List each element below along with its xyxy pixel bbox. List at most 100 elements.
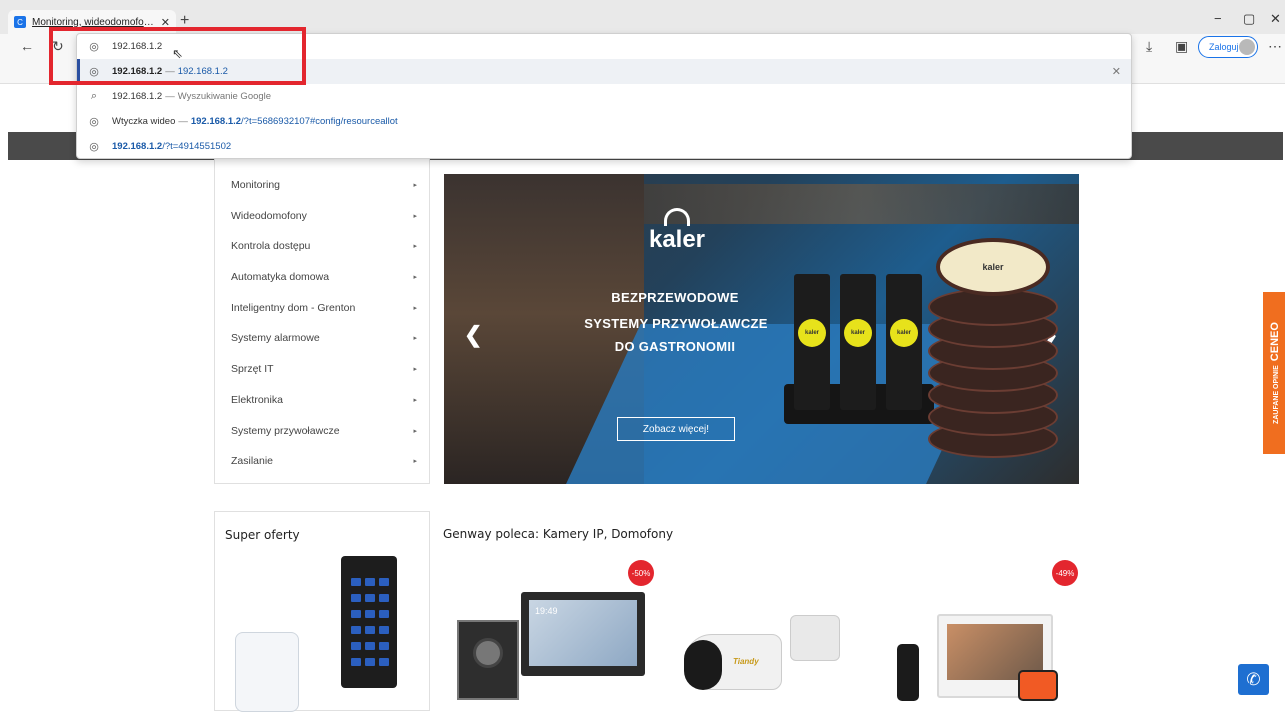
keypad-key bbox=[365, 594, 375, 602]
collections-icon[interactable]: ▣ bbox=[1175, 38, 1188, 55]
category-menu: Monitoring ▸ Wideodomofony ▸ Kontrola dost… bbox=[214, 158, 430, 484]
banner-headline-2: SYSTEMY PRZYWOŁAWCZE bbox=[584, 316, 768, 331]
keypad-key bbox=[365, 642, 375, 650]
close-window-icon[interactable]: ✕ bbox=[1270, 11, 1281, 27]
menu-item-sprzet-it[interactable]: Sprzęt IT ▸ bbox=[231, 353, 417, 384]
camera-front bbox=[684, 640, 722, 690]
suggestion-separator: — bbox=[178, 116, 188, 127]
keypad-key bbox=[365, 626, 375, 634]
ceneo-brand: CENEO bbox=[1269, 322, 1281, 362]
monitor-time: 19:49 bbox=[535, 606, 558, 616]
see-more-button[interactable]: Zobacz więcej! bbox=[617, 417, 735, 441]
menu-item-label: Zasilanie bbox=[231, 454, 274, 467]
suggestion-url-path: /?t=4914551502 bbox=[162, 141, 232, 152]
more-icon[interactable]: ⋯ bbox=[1268, 38, 1282, 55]
minimize-icon[interactable]: − bbox=[1214, 11, 1222, 26]
chevron-right-icon: ▸ bbox=[413, 242, 417, 250]
keypad-key bbox=[379, 578, 389, 586]
slider-prev-icon[interactable]: ❮ bbox=[464, 322, 482, 348]
menu-item-grenton[interactable]: Inteligentny dom - Grenton ▸ bbox=[231, 292, 417, 323]
promo-banner[interactable]: kaler BEZPRZEWODOWE SYSTEMY PRZYWOŁAWCZE… bbox=[444, 174, 1079, 484]
keypad-key bbox=[351, 578, 361, 586]
tab-favicon-icon: C bbox=[14, 16, 26, 28]
suggestion-item[interactable]: ◎ Wtyczka wideo — 192.168.1.2/?t=5686932… bbox=[77, 109, 1131, 134]
globe-icon: ◎ bbox=[89, 116, 99, 128]
chevron-right-icon: ▸ bbox=[413, 334, 417, 342]
suggestion-title: 192.168.1.2 bbox=[112, 91, 163, 102]
camera-mount bbox=[790, 615, 840, 661]
kaler-logo: kaler bbox=[648, 226, 706, 253]
menu-item-label: Wideodomofony bbox=[231, 209, 307, 222]
suggestion-url: 192.168.1.2/?t=5686932107#config/resourc… bbox=[191, 116, 398, 127]
keypad-key bbox=[379, 610, 389, 618]
keypad-key bbox=[365, 658, 375, 666]
chevron-right-icon: ▸ bbox=[413, 273, 417, 281]
door-station-product[interactable] bbox=[457, 620, 519, 700]
ceneo-badge[interactable]: ZAUFANE OPINIE CENEO bbox=[1263, 292, 1285, 454]
login-button[interactable]: Zaloguj bbox=[1198, 36, 1258, 58]
chevron-right-icon: ▸ bbox=[413, 304, 417, 312]
menu-item-label: Monitoring bbox=[231, 178, 281, 191]
chevron-right-icon: ▸ bbox=[413, 396, 417, 404]
mouse-cursor-icon: ⇖ bbox=[172, 46, 183, 61]
menu-item-kontrola-dostepu[interactable]: Kontrola dostępu ▸ bbox=[231, 230, 417, 261]
pager-device: kaler bbox=[794, 274, 830, 410]
menu-item-label: Kontrola dostępu bbox=[231, 239, 311, 252]
download-icon[interactable]: ⤓ bbox=[1146, 38, 1152, 55]
suggestion-url-host: 192.168.1.2 bbox=[190, 116, 242, 127]
chevron-right-icon: ▸ bbox=[413, 181, 417, 189]
chevron-right-icon: ▸ bbox=[413, 427, 417, 435]
phone-call-button[interactable]: ✆ bbox=[1238, 664, 1269, 695]
bar-shelf-photo bbox=[644, 184, 1079, 224]
suggestion-separator: — bbox=[165, 91, 175, 102]
super-offers-box: Super oferty bbox=[214, 511, 430, 712]
back-icon[interactable]: ← bbox=[20, 38, 34, 54]
menu-item-label: Elektronika bbox=[231, 393, 283, 406]
menu-item-label: Systemy alarmowe bbox=[231, 331, 320, 344]
intercom-monitor-product[interactable]: 19:49 bbox=[521, 592, 645, 676]
keypad-key bbox=[351, 658, 361, 666]
pager-label: kaler bbox=[844, 319, 872, 347]
banner-headline-3: DO GASTRONOMII bbox=[614, 339, 736, 354]
doorbell-product[interactable] bbox=[897, 644, 919, 701]
login-label: Zaloguj bbox=[1209, 42, 1239, 52]
keypad-key bbox=[351, 610, 361, 618]
suggestion-suffix: Wyszukiwanie Google bbox=[177, 91, 272, 102]
suggestion-url-path: /?t=5686932107#config/resourceallot bbox=[241, 116, 398, 127]
menu-item-label: Automatyka domowa bbox=[231, 270, 330, 283]
pager-top-label: kaler bbox=[936, 238, 1050, 296]
monitor-screen: 19:49 bbox=[529, 600, 637, 666]
banner-headline-1: BEZPRZEWODOWE bbox=[611, 290, 739, 305]
keypad-key bbox=[365, 578, 375, 586]
chevron-right-icon: ▸ bbox=[413, 212, 417, 220]
suggestion-item[interactable]: ⌕ 192.168.1.2 — Wyszukiwanie Google bbox=[77, 84, 1131, 109]
menu-item-monitoring[interactable]: Monitoring ▸ bbox=[231, 169, 417, 200]
keypad-key bbox=[379, 594, 389, 602]
menu-item-systemy-alarmowe[interactable]: Systemy alarmowe ▸ bbox=[231, 322, 417, 353]
ceneo-sub: ZAUFANE OPINIE bbox=[1273, 365, 1280, 424]
camera-brand: Tiandy bbox=[733, 657, 759, 666]
avatar-icon bbox=[1239, 39, 1255, 55]
menu-item-label: Sprzęt IT bbox=[231, 362, 274, 375]
suggestion-item[interactable]: ◎ 192.168.1.2/?t=4914551502 bbox=[77, 134, 1131, 159]
tab-title: Monitoring, wideodomofony, do bbox=[32, 16, 155, 28]
discount-badge: -49% bbox=[1052, 560, 1078, 586]
keypad-product-image[interactable] bbox=[341, 556, 397, 688]
super-offers-title: Super oferty bbox=[225, 528, 300, 542]
keypad-key bbox=[365, 610, 375, 618]
menu-item-automatyka-domowa[interactable]: Automatyka domowa ▸ bbox=[231, 261, 417, 292]
menu-item-zasilanie[interactable]: Zasilanie ▸ bbox=[231, 445, 417, 476]
phone-app-image bbox=[235, 632, 299, 712]
menu-item-wideodomofony[interactable]: Wideodomofony ▸ bbox=[231, 200, 417, 231]
globe-icon: ◎ bbox=[89, 141, 99, 153]
search-icon: ⌕ bbox=[90, 90, 98, 102]
pager-device: kaler bbox=[886, 274, 922, 410]
menu-item-systemy-przywolawcze[interactable]: Systemy przywoławcze ▸ bbox=[231, 415, 417, 446]
keypad-key bbox=[351, 594, 361, 602]
keypad-key bbox=[379, 626, 389, 634]
remove-suggestion-icon[interactable]: ✕ bbox=[1112, 65, 1121, 78]
menu-item-elektronika[interactable]: Elektronika ▸ bbox=[231, 384, 417, 415]
restore-icon[interactable]: ▢ bbox=[1243, 11, 1255, 27]
smartphone-app-image bbox=[1018, 670, 1058, 701]
chevron-right-icon: ▸ bbox=[413, 457, 417, 465]
